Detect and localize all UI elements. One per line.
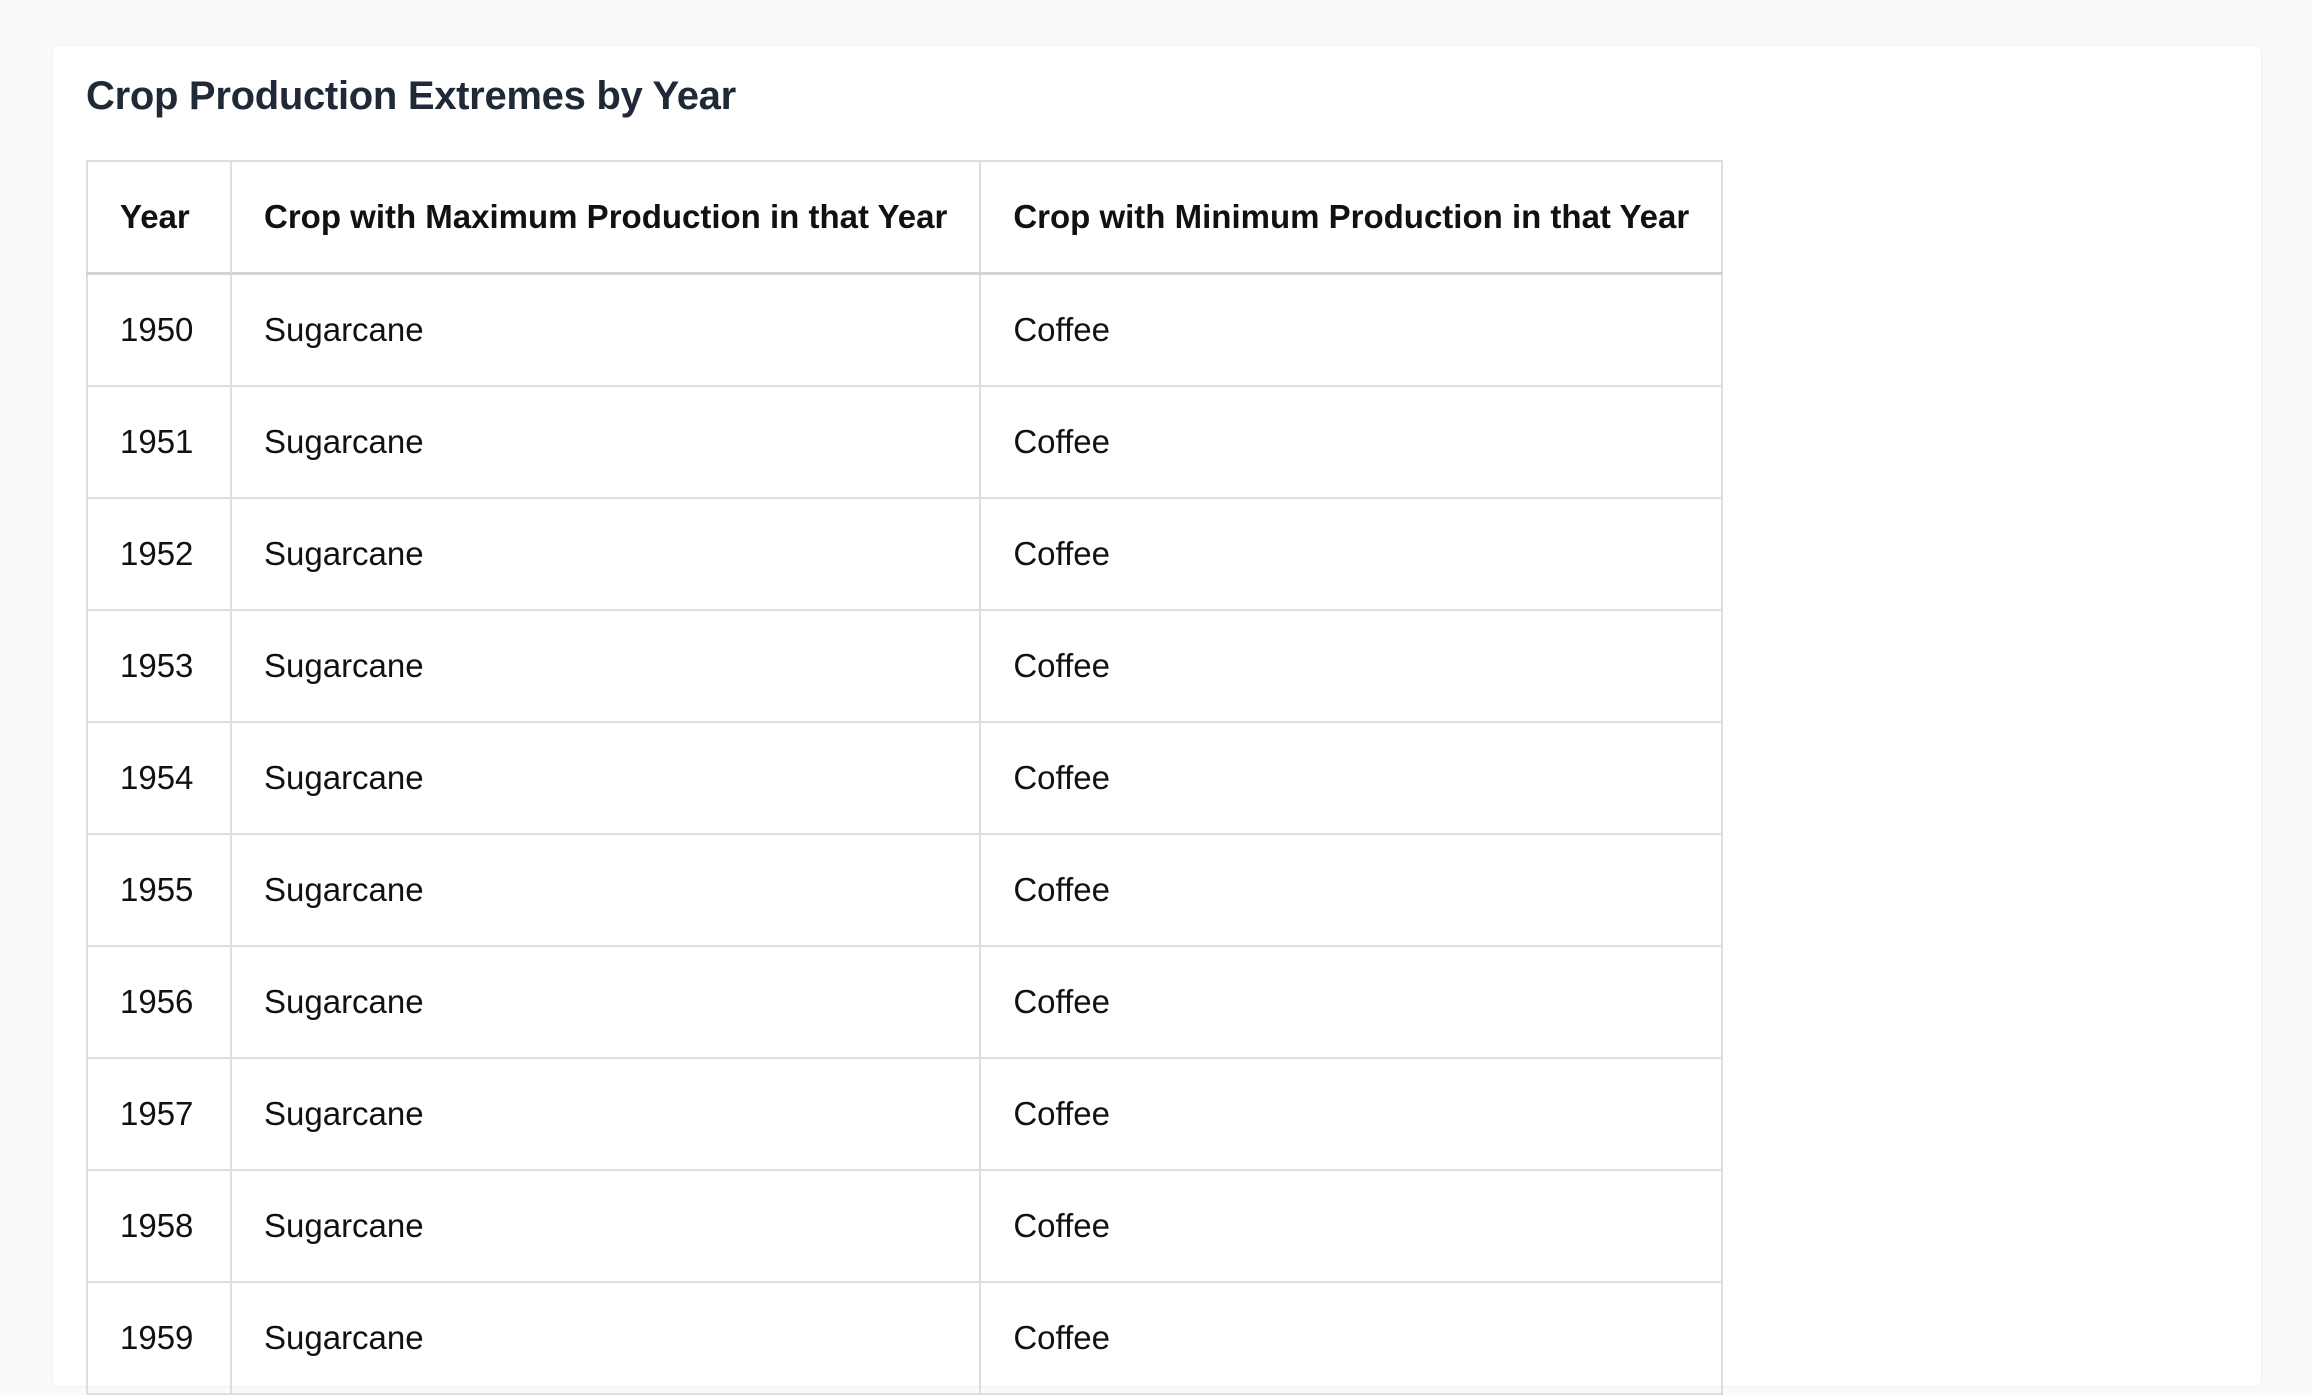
column-header-max-crop: Crop with Maximum Production in that Yea… <box>229 160 982 275</box>
min-crop-cell: Coffee <box>979 497 1724 611</box>
max-crop-cell: Sugarcane <box>229 1057 982 1171</box>
year-cell: 1952 <box>86 497 232 611</box>
max-crop-cell: Sugarcane <box>229 945 982 1059</box>
min-crop-cell: Coffee <box>979 385 1724 499</box>
year-cell: 1950 <box>86 272 232 387</box>
table-header-row: Year Crop with Maximum Production in tha… <box>86 160 1724 275</box>
min-crop-cell: Coffee <box>979 1169 1724 1283</box>
table-row: 1952 Sugarcane Coffee <box>86 497 1724 611</box>
year-cell: 1957 <box>86 1057 232 1171</box>
year-cell: 1954 <box>86 721 232 835</box>
year-cell: 1958 <box>86 1169 232 1283</box>
table-row: 1955 Sugarcane Coffee <box>86 833 1724 947</box>
max-crop-cell: Sugarcane <box>229 609 982 723</box>
min-crop-cell: Coffee <box>979 721 1724 835</box>
min-crop-cell: Coffee <box>979 609 1724 723</box>
year-cell: 1959 <box>86 1281 232 1395</box>
table-row: 1957 Sugarcane Coffee <box>86 1057 1724 1171</box>
min-crop-cell: Coffee <box>979 945 1724 1059</box>
table-row: 1958 Sugarcane Coffee <box>86 1169 1724 1283</box>
content-card: Crop Production Extremes by Year Year Cr… <box>53 46 2261 1395</box>
min-crop-cell: Coffee <box>979 272 1724 387</box>
column-header-year: Year <box>86 160 232 275</box>
min-crop-cell: Coffee <box>979 1057 1724 1171</box>
max-crop-cell: Sugarcane <box>229 833 982 947</box>
max-crop-cell: Sugarcane <box>229 385 982 499</box>
max-crop-cell: Sugarcane <box>229 1281 982 1395</box>
column-header-min-crop: Crop with Minimum Production in that Yea… <box>979 160 1724 275</box>
table-row: 1950 Sugarcane Coffee <box>86 272 1724 387</box>
max-crop-cell: Sugarcane <box>229 497 982 611</box>
max-crop-cell: Sugarcane <box>229 721 982 835</box>
table-row: 1951 Sugarcane Coffee <box>86 385 1724 499</box>
year-cell: 1955 <box>86 833 232 947</box>
crop-extremes-table: Year Crop with Maximum Production in tha… <box>86 160 1724 1395</box>
max-crop-cell: Sugarcane <box>229 272 982 387</box>
min-crop-cell: Coffee <box>979 1281 1724 1395</box>
page-title: Crop Production Extremes by Year <box>86 74 736 118</box>
max-crop-cell: Sugarcane <box>229 1169 982 1283</box>
year-cell: 1956 <box>86 945 232 1059</box>
table-row: 1953 Sugarcane Coffee <box>86 609 1724 723</box>
table-row: 1956 Sugarcane Coffee <box>86 945 1724 1059</box>
page-background: Crop Production Extremes by Year Year Cr… <box>6 0 2262 1395</box>
year-cell: 1951 <box>86 385 232 499</box>
table-row: 1954 Sugarcane Coffee <box>86 721 1724 835</box>
table-row: 1959 Sugarcane Coffee <box>86 1281 1724 1395</box>
min-crop-cell: Coffee <box>979 833 1724 947</box>
year-cell: 1953 <box>86 609 232 723</box>
